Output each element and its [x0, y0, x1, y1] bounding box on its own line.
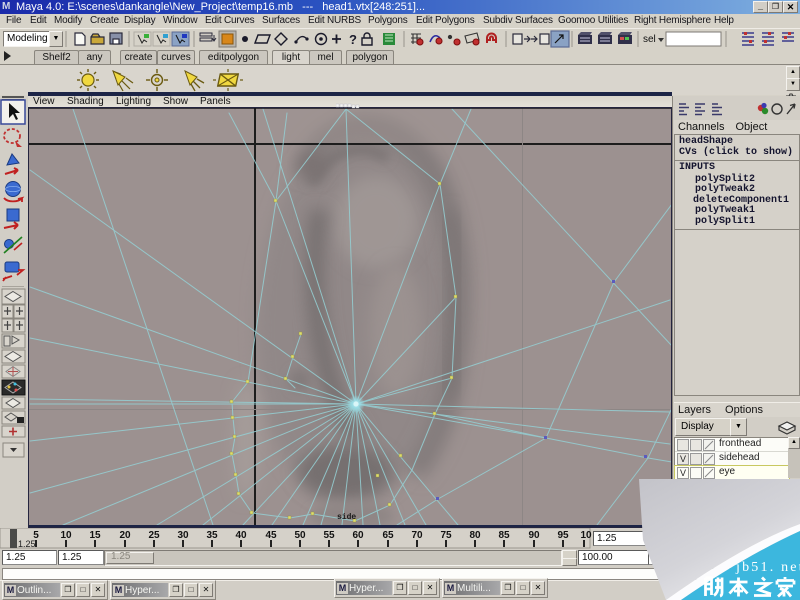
svg-text:jb51. net: jb51. net: [735, 560, 800, 575]
